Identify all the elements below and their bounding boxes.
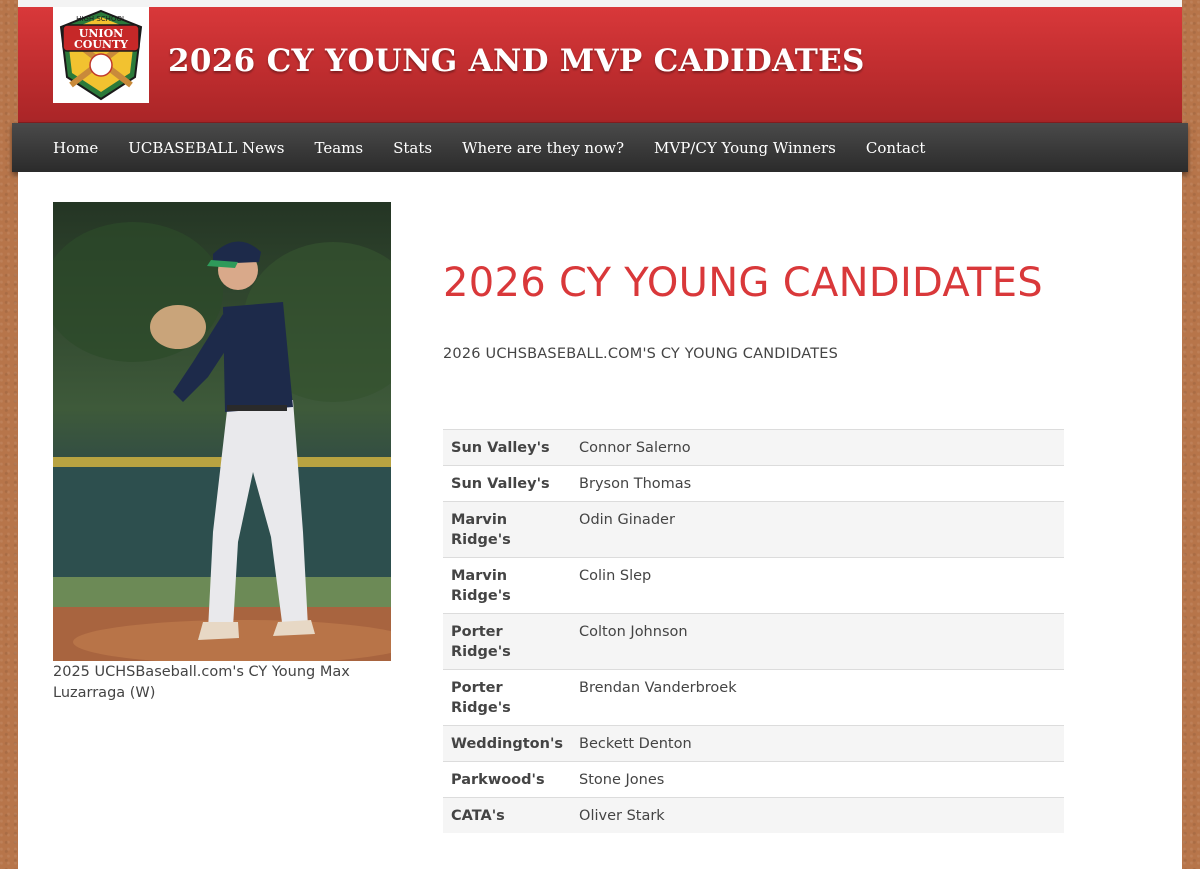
team-cell: Marvin Ridge's bbox=[443, 501, 572, 558]
nav-teams[interactable]: Teams bbox=[315, 139, 364, 157]
baseball-logo-icon: HIGH SCHOOL UNION COUNTY bbox=[59, 9, 143, 101]
player-cell: Colton Johnson bbox=[571, 613, 1064, 670]
main-content: 2025 UCHSBaseball.com's CY Young Max Luz… bbox=[18, 172, 1182, 869]
logo-line2: COUNTY bbox=[74, 38, 128, 51]
table-row: Porter Ridge's Brendan Vanderbroek bbox=[443, 669, 1064, 726]
table-row: Marvin Ridge's Colin Slep bbox=[443, 557, 1064, 614]
table-row: Parkwood's Stone Jones bbox=[443, 761, 1064, 798]
player-cell: Brendan Vanderbroek bbox=[571, 669, 1064, 726]
nav-stats[interactable]: Stats bbox=[393, 139, 432, 157]
team-cell: Porter Ridge's bbox=[443, 613, 572, 670]
pitcher-image bbox=[53, 202, 391, 661]
nav-mvp-cy-young-winners[interactable]: MVP/CY Young Winners bbox=[654, 139, 836, 157]
table-row: Sun Valley's Bryson Thomas bbox=[443, 465, 1064, 502]
main-nav: Home UCBASEBALL News Teams Stats Where a… bbox=[12, 123, 1188, 172]
team-cell: Marvin Ridge's bbox=[443, 557, 572, 614]
site-logo[interactable]: HIGH SCHOOL UNION COUNTY bbox=[53, 7, 149, 103]
site-title[interactable]: 2026 CY YOUNG AND MVP CADIDATES bbox=[168, 43, 865, 79]
site-header: HIGH SCHOOL UNION COUNTY 2026 CY YOUNG A… bbox=[18, 7, 1182, 123]
nav-contact[interactable]: Contact bbox=[866, 139, 926, 157]
page-title: 2026 CY YOUNG CANDIDATES bbox=[443, 260, 1043, 306]
player-cell: Bryson Thomas bbox=[571, 465, 1064, 502]
table-row: CATA's Oliver Stark bbox=[443, 797, 1064, 833]
table-row: Weddington's Beckett Denton bbox=[443, 725, 1064, 762]
nav-ucbaseball-news[interactable]: UCBASEBALL News bbox=[128, 139, 284, 157]
table-row: Porter Ridge's Colton Johnson bbox=[443, 613, 1064, 670]
player-cell: Beckett Denton bbox=[571, 725, 1064, 762]
team-cell: CATA's bbox=[443, 797, 572, 833]
table-row: Marvin Ridge's Odin Ginader bbox=[443, 501, 1064, 558]
nav-home[interactable]: Home bbox=[53, 139, 98, 157]
candidates-table: Sun Valley's Connor Salerno Sun Valley's… bbox=[443, 429, 1064, 833]
page-subtitle: 2026 UCHSBASEBALL.COM'S CY YOUNG CANDIDA… bbox=[443, 346, 839, 362]
team-cell: Parkwood's bbox=[443, 761, 572, 798]
team-cell: Weddington's bbox=[443, 725, 572, 762]
team-cell: Porter Ridge's bbox=[443, 669, 572, 726]
photo-caption: 2025 UCHSBaseball.com's CY Young Max Luz… bbox=[53, 664, 350, 701]
player-cell: Odin Ginader bbox=[571, 501, 1064, 558]
player-cell: Connor Salerno bbox=[571, 429, 1064, 466]
player-cell: Stone Jones bbox=[571, 761, 1064, 798]
team-cell: Sun Valley's bbox=[443, 429, 572, 466]
nav-where-are-they-now[interactable]: Where are they now? bbox=[462, 139, 624, 157]
team-cell: Sun Valley's bbox=[443, 465, 572, 502]
player-cell: Colin Slep bbox=[571, 557, 1064, 614]
player-cell: Oliver Stark bbox=[571, 797, 1064, 833]
logo-top-text: HIGH SCHOOL bbox=[76, 15, 126, 23]
pitcher-photo bbox=[53, 202, 391, 661]
table-row: Sun Valley's Connor Salerno bbox=[443, 429, 1064, 466]
